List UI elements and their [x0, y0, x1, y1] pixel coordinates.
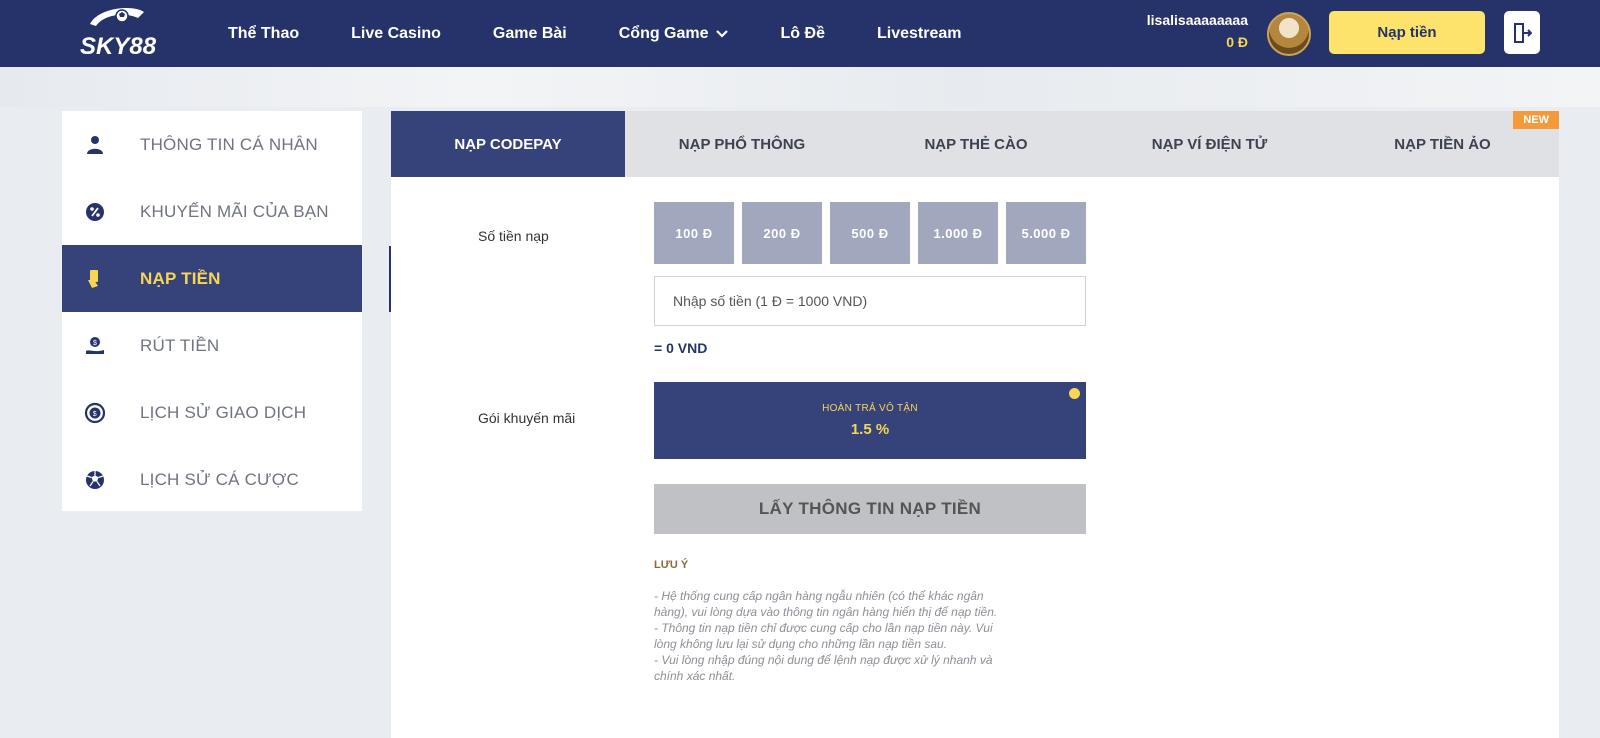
nav-lo-de[interactable]: Lô Đề [781, 25, 825, 43]
nav-live-casino[interactable]: Live Casino [351, 25, 441, 43]
nav-label: Livestream [876, 24, 962, 42]
sidebar-item-bet-history[interactable]: LỊCH SỬ CÁ CƯỢC [62, 446, 362, 513]
nav-the-thao[interactable]: Thể Thao [228, 25, 299, 43]
new-badge: NEW [1513, 111, 1559, 129]
note-line: - Hệ thống cung cấp ngân hàng ngẫu nhiên… [654, 589, 998, 619]
sidebar-item-label: LỊCH SỬ CÁ CƯỢC [140, 469, 300, 489]
percent-badge-icon [82, 199, 108, 225]
promo-option-card[interactable]: HOÀN TRẢ VÔ TẬN 1.5 % [654, 382, 1086, 459]
quick-amount-5000[interactable]: 5.000 Đ [1006, 202, 1086, 264]
tab-label: NẠP CODEPAY [454, 135, 562, 153]
quick-amount-200[interactable]: 200 Đ [742, 202, 822, 264]
note-text: - Hệ thống cung cấp ngân hàng ngẫu nhiên… [654, 588, 1004, 684]
card-hand-icon [82, 266, 108, 292]
sidebar-item-promotions[interactable]: KHUYẾN MÃI CỦA BẠN [62, 178, 362, 245]
quick-amount-1000[interactable]: 1.000 Đ [918, 202, 998, 264]
tab-vi-dien-tu[interactable]: NẠP VÍ ĐIỆN TỬ [1093, 111, 1326, 177]
nav-label: Cổng Game [618, 24, 709, 42]
logo-text-sky: SKY88 [80, 33, 156, 60]
tab-codepay[interactable]: NẠP CODEPAY [391, 111, 625, 177]
nav-cong-game[interactable]: Cổng Game [619, 25, 729, 43]
soccer-ball-icon [82, 467, 108, 493]
sidebar-item-transaction-history[interactable]: $ LỊCH SỬ GIAO DỊCH [62, 379, 362, 446]
selected-dot-icon [1069, 388, 1080, 399]
tab-label: NẠP TIỀN ẢO [1394, 135, 1491, 153]
tab-tien-ao[interactable]: NẠP TIỀN ẢO NEW [1326, 111, 1559, 177]
account-sidebar: THÔNG TIN CÁ NHÂN KHUYẾN MÃI CỦA BẠN NẠP… [62, 111, 362, 511]
tab-label: NẠP VÍ ĐIỆN TỬ [1151, 135, 1268, 153]
promo-rate: 1.5 % [850, 421, 890, 438]
header-deposit-button[interactable]: Nạp tiền [1329, 11, 1485, 54]
nav-label: Lô Đề [780, 24, 825, 42]
sidebar-item-label: LỊCH SỬ GIAO DỊCH [140, 402, 307, 422]
user-icon [82, 132, 108, 158]
money-hand-icon: $ [82, 333, 108, 359]
nav-label: Thể Thao [228, 24, 300, 42]
tab-label: NẠP THẺ CÀO [924, 135, 1028, 153]
balance: 0 Đ [1226, 34, 1248, 50]
sidebar-item-withdraw[interactable]: $ RÚT TIỀN [62, 312, 362, 379]
quick-amount-100[interactable]: 100 Đ [654, 202, 734, 264]
nav-label: Live Casino [351, 24, 441, 42]
banner-strip [0, 67, 1600, 107]
tab-the-cao[interactable]: NẠP THẺ CÀO [859, 111, 1093, 177]
sky88-logo[interactable]: SKY88 [76, 2, 157, 66]
deposit-panel: NẠP CODEPAY NẠP PHỔ THÔNG NẠP THẺ CÀO NẠ… [391, 111, 1559, 738]
dollar-history-icon: $ [82, 400, 108, 426]
quick-amount-500[interactable]: 500 Đ [830, 202, 910, 264]
amount-input[interactable] [654, 276, 1086, 326]
sidebar-item-profile[interactable]: THÔNG TIN CÁ NHÂN [62, 111, 362, 178]
get-deposit-info-button[interactable]: LẤY THÔNG TIN NẠP TIỀN [654, 484, 1086, 534]
quick-amounts: 100 Đ 200 Đ 500 Đ 1.000 Đ 5.000 Đ [654, 202, 1086, 264]
main-nav: Thể Thao Live Casino Game Bài Cổng Game … [228, 0, 961, 67]
nav-livestream[interactable]: Livestream [877, 25, 962, 43]
sidebar-item-deposit[interactable]: NẠP TIỀN [62, 245, 362, 312]
avatar[interactable] [1267, 12, 1311, 56]
note-title: LƯU Ý [654, 559, 689, 571]
note-line: - Thông tin nạp tiền chỉ được cung cấp c… [654, 621, 993, 651]
svg-text:$: $ [93, 340, 97, 347]
svg-text:$: $ [93, 411, 97, 418]
sidebar-item-label: KHUYẾN MÃI CỦA BẠN [140, 201, 329, 221]
amount-label: Số tiền nạp [478, 228, 549, 244]
deposit-tabs: NẠP CODEPAY NẠP PHỔ THÔNG NẠP THẺ CÀO NẠ… [391, 111, 1559, 177]
note-line: - Vui lòng nhập đúng nội dung để lệnh nạ… [654, 653, 993, 683]
sidebar-item-label: NẠP TIỀN [140, 268, 221, 288]
tab-label: NẠP PHỔ THÔNG [678, 135, 806, 153]
sidebar-item-label: RÚT TIỀN [140, 335, 220, 355]
chevron-down-icon [715, 29, 728, 38]
tab-pho-thong[interactable]: NẠP PHỔ THÔNG [625, 111, 859, 177]
username: lisalisaaaaaaaa [1146, 12, 1248, 28]
converted-amount: = 0 VND [654, 340, 708, 356]
promo-name: HOÀN TRẢ VÔ TẬN [822, 403, 918, 414]
nav-label: Game Bài [492, 24, 567, 42]
sidebar-item-label: THÔNG TIN CÁ NHÂN [140, 134, 318, 154]
top-header: SKY88 Thể Thao Live Casino Game Bài Cổng… [0, 0, 1600, 67]
logout-button[interactable] [1504, 11, 1540, 54]
nav-game-bai[interactable]: Game Bài [493, 25, 567, 43]
promo-label: Gói khuyến mãi [478, 410, 576, 426]
logout-icon [1514, 22, 1532, 43]
user-info: lisalisaaaaaaaa 0 Đ [1147, 12, 1248, 50]
